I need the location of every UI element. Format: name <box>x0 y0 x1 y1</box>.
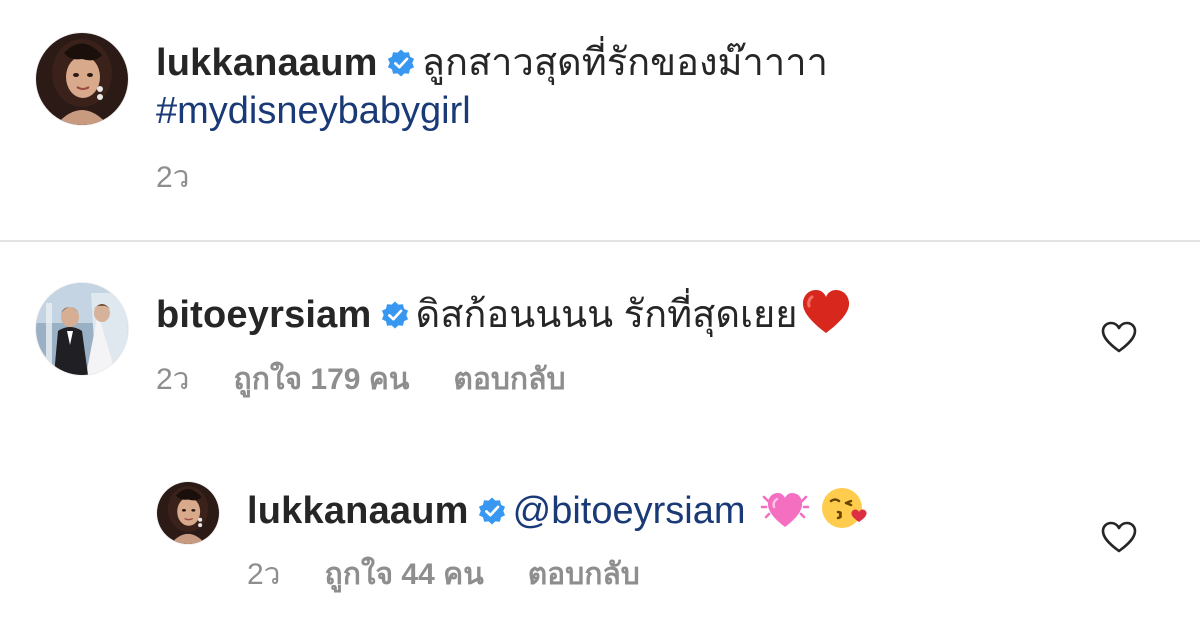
comment-meta: 2ว ถูกใจ 179 คน ตอบกลับ <box>156 362 610 398</box>
avatar-photo <box>157 482 219 544</box>
caption-text: ลูกสาวสุดที่รักของม๊าาาา <box>421 42 828 84</box>
comment-line: bitoeyrsiam ดิสก้อนนนน รักที่สุดเยย <box>156 289 852 338</box>
avatar[interactable] <box>157 482 219 544</box>
caption-line-1: lukkanaaum ลูกสาวสุดที่รักของม๊าาาา <box>156 40 828 86</box>
verified-badge-icon <box>477 496 507 526</box>
avatar-photo <box>36 33 128 125</box>
reply-line: lukkanaaum @bitoeyrsiam <box>247 484 868 534</box>
comment-text: ดิสก้อนนนน รักที่สุดเยย <box>415 294 798 336</box>
like-button[interactable] <box>1101 321 1137 353</box>
caption-line-2: #mydisneybabygirl <box>156 88 471 134</box>
caption-username[interactable]: lukkanaaum <box>156 42 378 84</box>
caption-meta: 2ว <box>156 160 234 196</box>
post-caption: lukkanaaum ลูกสาวสุดที่รักของม๊าาาา #myd… <box>0 0 1200 240</box>
face-blowing-kiss-emoji <box>820 484 868 532</box>
sparkling-heart-emoji <box>760 485 810 531</box>
reply-meta: 2ว ถูกใจ 44 คน ตอบกลับ <box>247 557 684 593</box>
heart-outline-icon <box>1101 521 1137 553</box>
caption-timestamp: 2ว <box>156 161 190 194</box>
likes-count[interactable]: ถูกใจ 179 คน <box>234 363 410 396</box>
avatar-photo <box>36 283 128 375</box>
avatar[interactable] <box>36 33 128 125</box>
like-button[interactable] <box>1101 521 1137 553</box>
red-heart-emoji <box>800 289 852 335</box>
verified-badge-icon <box>386 48 416 78</box>
hashtag-link[interactable]: #mydisneybabygirl <box>156 90 471 132</box>
reply-button[interactable]: ตอบกลับ <box>528 558 640 591</box>
mention-link[interactable]: @bitoeyrsiam <box>513 490 746 532</box>
comment-timestamp: 2ว <box>156 363 190 396</box>
verified-badge-icon <box>380 300 410 330</box>
divider <box>0 240 1200 242</box>
reply-button[interactable]: ตอบกลับ <box>453 363 565 396</box>
likes-count[interactable]: ถูกใจ 44 คน <box>325 558 484 591</box>
heart-outline-icon <box>1101 321 1137 353</box>
reply-timestamp: 2ว <box>247 558 281 591</box>
reply-username[interactable]: lukkanaaum <box>247 490 469 532</box>
comment-username[interactable]: bitoeyrsiam <box>156 294 372 336</box>
avatar[interactable] <box>36 283 128 375</box>
